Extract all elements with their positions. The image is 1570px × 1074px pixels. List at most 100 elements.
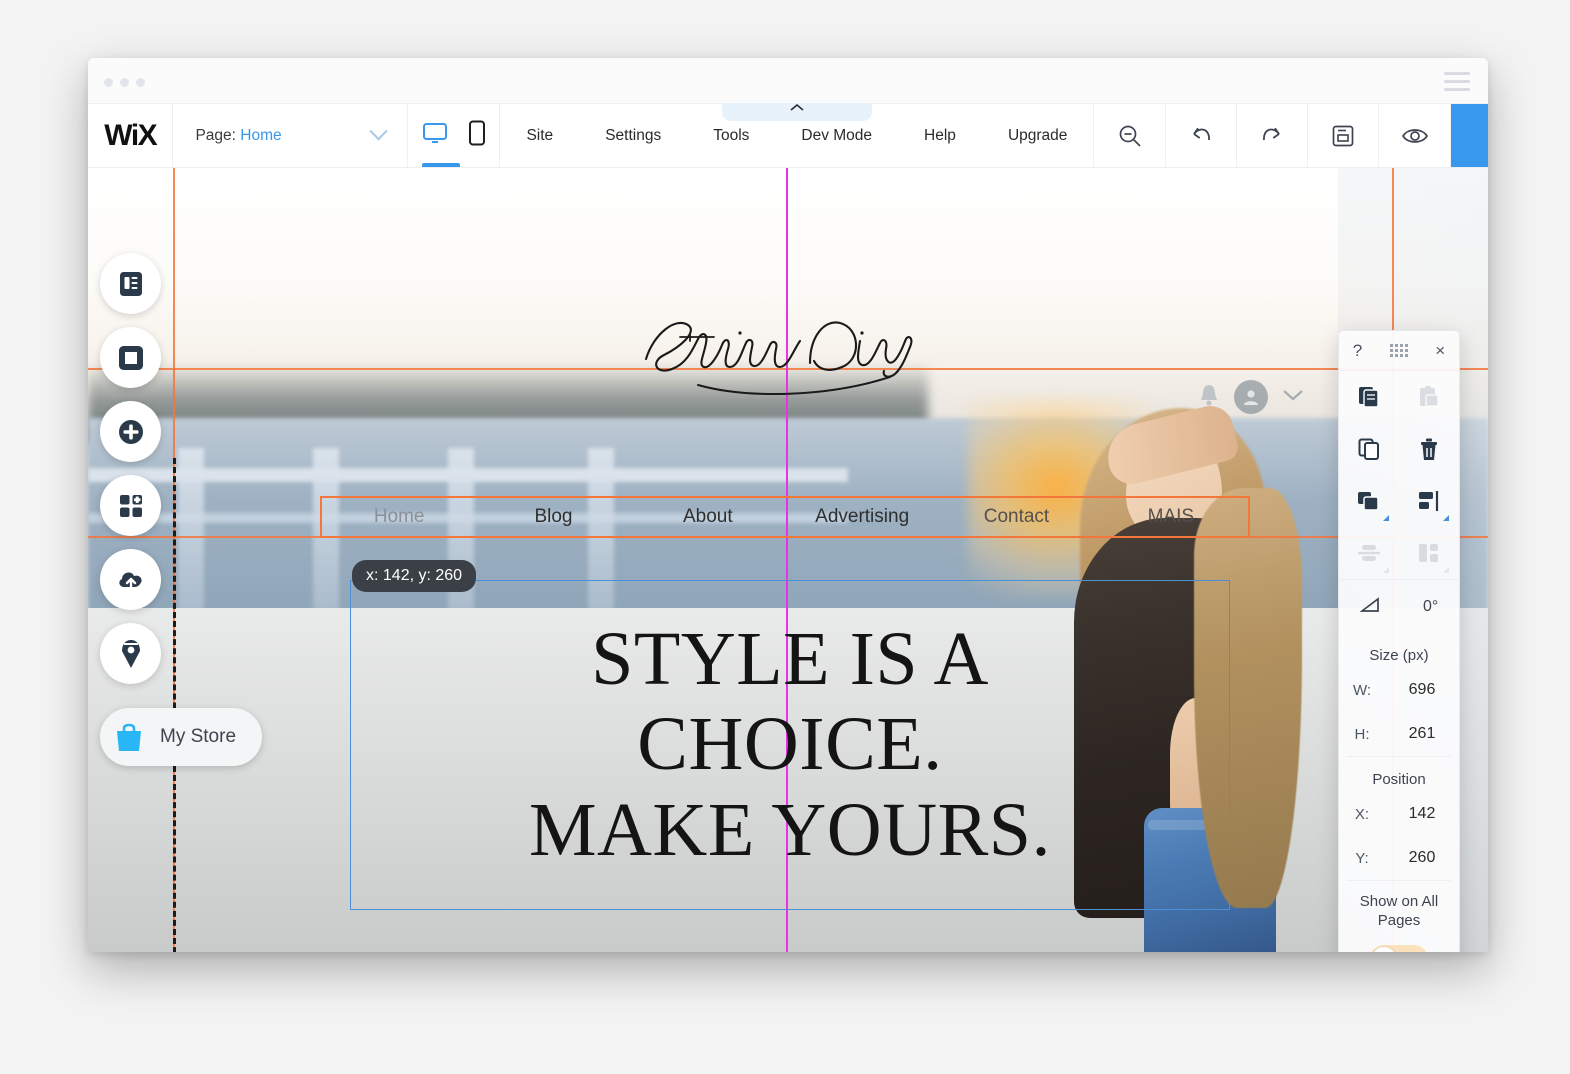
duplicate-button[interactable] — [1339, 423, 1399, 475]
background-tool[interactable] — [100, 327, 161, 388]
copy-button[interactable] — [1339, 371, 1399, 423]
save-button[interactable] — [1308, 104, 1380, 167]
editor-canvas[interactable]: Home Blog About Advertising Contact MAIS… — [88, 168, 1488, 952]
window-traffic-lights — [104, 78, 145, 87]
account-chevron-down-icon[interactable] — [1282, 388, 1304, 407]
site-account-controls — [1198, 380, 1304, 414]
menus-and-pages-tool[interactable] — [100, 253, 161, 314]
my-store-label: My Store — [160, 726, 237, 747]
redo-button[interactable] — [1237, 104, 1309, 167]
align-expand-corner — [1443, 515, 1449, 521]
site-navigation-menu[interactable]: Home Blog About Advertising Contact MAIS — [320, 496, 1250, 538]
arrange-button[interactable] — [1339, 475, 1399, 527]
active-device-indicator — [421, 163, 460, 167]
desktop-icon[interactable] — [422, 121, 448, 150]
rotation-value[interactable]: 0° — [1423, 598, 1438, 616]
position-x-row: X: 142 — [1339, 792, 1459, 836]
width-label: W: — [1352, 681, 1372, 699]
selection-bounding-box[interactable] — [350, 580, 1230, 910]
user-avatar-icon[interactable] — [1234, 380, 1268, 414]
rotation-row: 0° — [1339, 579, 1459, 633]
wix-logo[interactable]: WiX — [88, 104, 174, 167]
show-on-all-pages-label: Show on All Pages — [1359, 893, 1439, 929]
zoom-out-icon — [1119, 125, 1141, 147]
zoom-out-button[interactable] — [1094, 104, 1166, 167]
align-icon — [1419, 491, 1439, 511]
align-button[interactable] — [1399, 475, 1459, 527]
panel-header: ? × — [1339, 331, 1459, 371]
element-toolbar-panel: ? × 0° Size (px) W: 696 H: 261 Position … — [1338, 330, 1460, 952]
height-value[interactable]: 261 — [1385, 725, 1459, 743]
menu-dev-mode[interactable]: Dev Mode — [775, 127, 898, 145]
page-selector[interactable]: Page: Home — [173, 104, 408, 167]
my-store-button[interactable]: My Store — [100, 708, 263, 766]
mobile-icon[interactable] — [468, 120, 486, 151]
copy-icon — [1359, 387, 1379, 408]
rotation-angle-icon[interactable] — [1359, 594, 1382, 619]
show-on-all-pages-toggle[interactable] — [1370, 944, 1428, 952]
add-element-tool[interactable] — [100, 401, 161, 462]
menu-upgrade[interactable]: Upgrade — [982, 127, 1093, 145]
menu-site[interactable]: Site — [500, 127, 579, 145]
menu-help[interactable]: Help — [898, 127, 982, 145]
arrange-layers-icon — [1358, 492, 1379, 511]
site-logo-fashion-diva[interactable] — [628, 303, 928, 403]
my-uploads-tool[interactable] — [100, 549, 161, 610]
height-label: H: — [1354, 725, 1370, 743]
paste-icon — [1420, 386, 1439, 407]
left-tool-rail — [100, 253, 161, 684]
window-maximize-dot[interactable] — [136, 78, 145, 87]
trash-icon — [1421, 438, 1437, 460]
cloud-upload-icon — [118, 571, 142, 591]
editor-topbar: WiX Page: Home Site Settings Tools Dev M… — [88, 103, 1488, 168]
nav-item-advertising[interactable]: Advertising — [785, 506, 939, 528]
floppy-save-icon — [1332, 125, 1354, 146]
panel-tool-grid — [1339, 371, 1459, 579]
guide-dashed-vertical — [173, 458, 176, 952]
distribute-icon — [1358, 545, 1380, 561]
start-blogging-tool[interactable] — [100, 623, 161, 684]
pen-nib-icon — [121, 639, 140, 668]
match-size-expand-corner — [1443, 567, 1449, 573]
shopping-bag-icon — [117, 723, 141, 751]
main-menu: Site Settings Tools Dev Mode Help Upgrad… — [500, 103, 1095, 167]
window-close-dot[interactable] — [104, 78, 113, 87]
position-y-value[interactable]: 260 — [1385, 849, 1459, 867]
notification-bell-icon[interactable] — [1198, 383, 1220, 412]
nav-item-home[interactable]: Home — [322, 506, 476, 528]
menu-tools[interactable]: Tools — [687, 127, 775, 145]
position-y-row: Y: 260 — [1339, 836, 1459, 880]
publish-button[interactable] — [1450, 104, 1488, 167]
collapse-topbar-tab[interactable] — [721, 103, 872, 121]
drag-coordinates-tooltip: x: 142, y: 260 — [352, 560, 477, 592]
position-section-title: Position — [1372, 771, 1426, 788]
arrange-expand-corner — [1383, 515, 1389, 521]
position-y-label: Y: — [1355, 849, 1369, 867]
square-background-icon — [118, 345, 143, 370]
nav-item-mais[interactable]: MAIS — [1094, 506, 1248, 528]
match-size-button[interactable] — [1399, 527, 1459, 579]
panel-close-button[interactable]: × — [1435, 341, 1445, 361]
height-row: H: 261 — [1339, 712, 1459, 756]
panel-help-button[interactable]: ? — [1353, 341, 1362, 361]
add-apps-tool[interactable] — [100, 475, 161, 536]
distribute-button[interactable] — [1339, 527, 1399, 579]
preview-button[interactable] — [1379, 104, 1451, 167]
nav-item-contact[interactable]: Contact — [939, 506, 1093, 528]
device-switcher — [408, 104, 501, 167]
duplicate-icon — [1358, 438, 1379, 460]
drag-grip-dots-icon[interactable] — [1389, 344, 1408, 357]
nav-item-about[interactable]: About — [631, 506, 785, 528]
menu-settings[interactable]: Settings — [579, 127, 687, 145]
position-x-label: X: — [1354, 805, 1370, 823]
paste-button[interactable] — [1399, 371, 1459, 423]
delete-button[interactable] — [1399, 423, 1459, 475]
pages-document-icon — [119, 271, 142, 296]
nav-item-blog[interactable]: Blog — [476, 506, 630, 528]
chevron-down-icon[interactable] — [369, 122, 388, 141]
width-value[interactable]: 696 — [1385, 681, 1459, 699]
window-minimize-dot[interactable] — [120, 78, 129, 87]
undo-button[interactable] — [1166, 104, 1237, 167]
position-x-value[interactable]: 142 — [1385, 805, 1459, 823]
hamburger-menu-icon[interactable] — [1444, 72, 1470, 91]
